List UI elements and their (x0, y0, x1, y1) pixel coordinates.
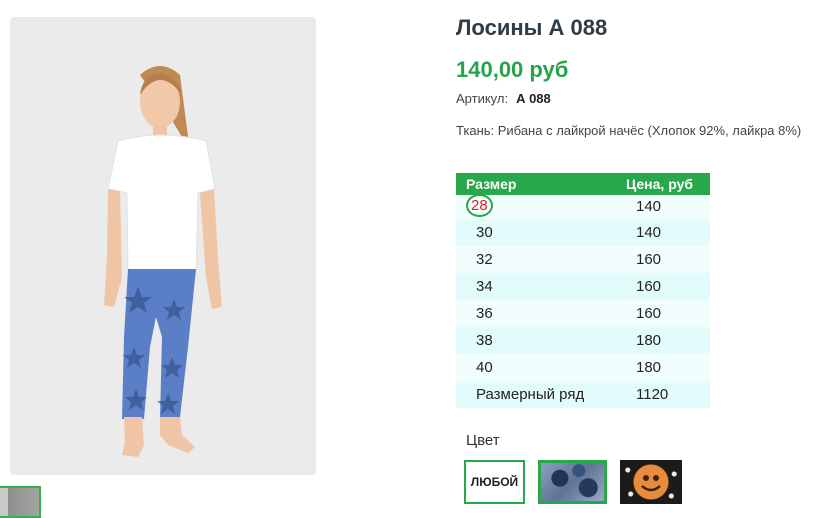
header-size: Размер (466, 176, 517, 192)
color-any-label: ЛЮБОЙ (470, 475, 519, 489)
price-cell: 160 (636, 305, 662, 322)
table-row[interactable]: 38 180 (456, 327, 710, 354)
size-cell[interactable]: Размерный ряд (476, 386, 584, 403)
product-price: 140,00 руб (456, 57, 569, 82)
product-title: Лосины А 088 (456, 15, 608, 40)
sku-value: А 088 (516, 91, 551, 106)
smiley-icon (641, 475, 661, 492)
size-cell[interactable]: 32 (476, 251, 493, 268)
gallery-thumbnail[interactable] (0, 486, 41, 518)
price-cell: 140 (636, 198, 662, 215)
product-photo[interactable] (10, 17, 316, 475)
price-cell: 180 (636, 359, 662, 376)
price-cell: 1120 (636, 386, 669, 403)
size-cell[interactable]: 36 (476, 305, 493, 322)
size-price-table: Размер Цена, руб 28 140 30 140 32 160 34… (456, 173, 710, 408)
size-cell-selected[interactable]: 28 (466, 194, 493, 217)
price-cell: 160 (636, 278, 662, 295)
price-cell: 160 (636, 251, 662, 268)
table-row[interactable]: 40 180 (456, 354, 710, 381)
color-swatch-smiley[interactable] (620, 460, 682, 504)
table-row[interactable]: 30 140 (456, 219, 710, 246)
color-label: Цвет (466, 432, 500, 449)
table-row[interactable]: 34 160 (456, 273, 710, 300)
table-header: Размер Цена, руб (456, 173, 710, 195)
fabric-description: Ткань: Рибана с лайкрой начёс (Хлопок 92… (456, 123, 802, 138)
product-sku: Артикул: А 088 (456, 91, 551, 106)
table-row[interactable]: 28 140 (456, 194, 710, 219)
size-cell[interactable]: 34 (476, 278, 493, 295)
price-cell: 180 (636, 332, 662, 349)
color-swatch-blue-stars[interactable] (538, 460, 607, 504)
sku-label: Артикул: (456, 91, 509, 106)
size-cell[interactable]: 30 (476, 224, 493, 241)
girl-in-leggings-image (104, 66, 222, 457)
color-swatch-any[interactable]: ЛЮБОЙ (464, 460, 525, 504)
size-cell[interactable]: 38 (476, 332, 493, 349)
table-row[interactable]: 32 160 (456, 246, 710, 273)
table-row[interactable]: 36 160 (456, 300, 710, 327)
price-cell: 140 (636, 224, 662, 241)
size-cell[interactable]: 40 (476, 359, 493, 376)
table-row[interactable]: Размерный ряд 1120 (456, 381, 710, 408)
header-price: Цена, руб (626, 176, 694, 192)
